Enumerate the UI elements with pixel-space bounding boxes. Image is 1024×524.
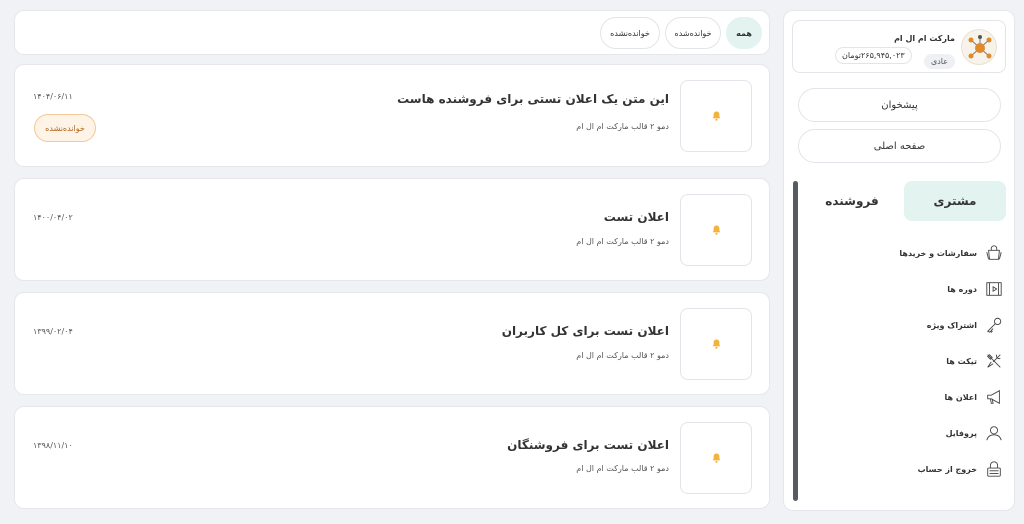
unread-status-badge: خوانده‌نشده xyxy=(34,114,96,142)
sidebar-item-logout[interactable]: خروج از حساب xyxy=(798,457,1003,481)
filter-read-chip[interactable]: خوانده‌شده xyxy=(665,17,721,49)
announcement-thumbnail xyxy=(680,194,752,266)
filter-bar: همه خوانده‌شده خوانده‌نشده xyxy=(14,10,770,55)
sidebar-item-announcements[interactable]: اعلان ها xyxy=(798,385,1003,409)
sidebar-item-label: اعلان ها xyxy=(944,392,977,402)
announcement-subtitle: دمو ۲ قالب مارکت ام ال ام xyxy=(576,351,669,360)
shopping-bag-icon xyxy=(985,244,1003,262)
tools-icon xyxy=(985,352,1003,370)
video-course-icon xyxy=(985,280,1003,298)
sidebar-item-label: تیکت ها xyxy=(946,356,977,366)
tab-seller[interactable]: فروشنده xyxy=(802,181,902,221)
announcement-title: این متن یک اعلان تستی برای فروشنده هاست xyxy=(397,92,669,106)
home-button[interactable]: صفحه اصلی xyxy=(798,129,1001,163)
store-logo xyxy=(961,29,997,65)
announcement-date: ۱۴۰۴/۰۶/۱۱ xyxy=(33,92,73,101)
bell-icon xyxy=(712,111,720,121)
sidebar-item-tickets[interactable]: تیکت ها xyxy=(798,349,1003,373)
announcement-card[interactable]: اعلان تست برای فروشنگان دمو ۲ قالب مارکت… xyxy=(14,406,770,509)
filter-unread-chip[interactable]: خوانده‌نشده xyxy=(600,17,660,49)
sidebar: مارکت ام ال ام عادی ۲۶۵,۹۴۵,۰۲۳تومان پیش… xyxy=(783,10,1015,511)
megaphone-icon xyxy=(985,388,1003,406)
user-level-badge: عادی xyxy=(923,54,955,69)
sidebar-item-label: سفارشات و خریدها xyxy=(899,248,977,258)
announcement-card[interactable]: اعلان تست برای کل کاربران دمو ۲ قالب مار… xyxy=(14,292,770,395)
wallet-balance: ۲۶۵,۹۴۵,۰۲۳تومان xyxy=(835,47,912,64)
announcement-card[interactable]: اعلان تست دمو ۲ قالب مارکت ام ال ام ۱۴۰۰… xyxy=(14,178,770,281)
key-icon xyxy=(985,316,1003,334)
sidebar-item-orders[interactable]: سفارشات و خریدها xyxy=(798,241,1003,265)
sidebar-item-courses[interactable]: دوره ها xyxy=(798,277,1003,301)
sidebar-item-profile[interactable]: پروفایل xyxy=(798,421,1003,445)
announcement-date: ۱۳۹۹/۰۲/۰۴ xyxy=(33,327,73,336)
store-name: مارکت ام ال ام xyxy=(894,34,955,43)
sidebar-item-label: اشتراک ویژه xyxy=(926,320,977,330)
announcement-subtitle: دمو ۲ قالب مارکت ام ال ام xyxy=(576,464,669,473)
announcement-subtitle: دمو ۲ قالب مارکت ام ال ام xyxy=(576,237,669,246)
sidebar-item-label: دوره ها xyxy=(947,284,977,294)
sidebar-scrollbar[interactable] xyxy=(793,181,798,501)
filter-all-chip[interactable]: همه xyxy=(726,17,762,49)
announcement-thumbnail xyxy=(680,422,752,494)
announcement-subtitle: دمو ۲ قالب مارکت ام ال ام xyxy=(576,122,669,131)
sidebar-item-subscription[interactable]: اشتراک ویژه xyxy=(798,313,1003,337)
profile-card: مارکت ام ال ام عادی ۲۶۵,۹۴۵,۰۲۳تومان xyxy=(792,20,1006,73)
user-icon xyxy=(985,424,1003,442)
bell-icon xyxy=(712,453,720,463)
announcement-thumbnail xyxy=(680,308,752,380)
announcement-card[interactable]: این متن یک اعلان تستی برای فروشنده هاست … xyxy=(14,64,770,167)
bell-icon xyxy=(712,339,720,349)
sidebar-item-label: خروج از حساب xyxy=(917,464,977,474)
dashboard-button[interactable]: پیشخوان xyxy=(798,88,1001,122)
announcement-thumbnail xyxy=(680,80,752,152)
sidebar-item-label: پروفایل xyxy=(945,428,977,438)
logout-icon xyxy=(985,460,1003,478)
announcement-date: ۱۴۰۰/۰۴/۰۲ xyxy=(33,213,73,222)
store-logo-icon xyxy=(968,35,992,59)
tab-customer[interactable]: مشتری xyxy=(904,181,1006,221)
bell-icon xyxy=(712,225,720,235)
announcement-title: اعلان تست برای فروشنگان xyxy=(507,438,669,452)
announcement-date: ۱۳۹۸/۱۱/۱۰ xyxy=(33,441,73,450)
announcement-title: اعلان تست xyxy=(603,210,669,224)
announcement-title: اعلان تست برای کل کاربران xyxy=(501,324,669,338)
